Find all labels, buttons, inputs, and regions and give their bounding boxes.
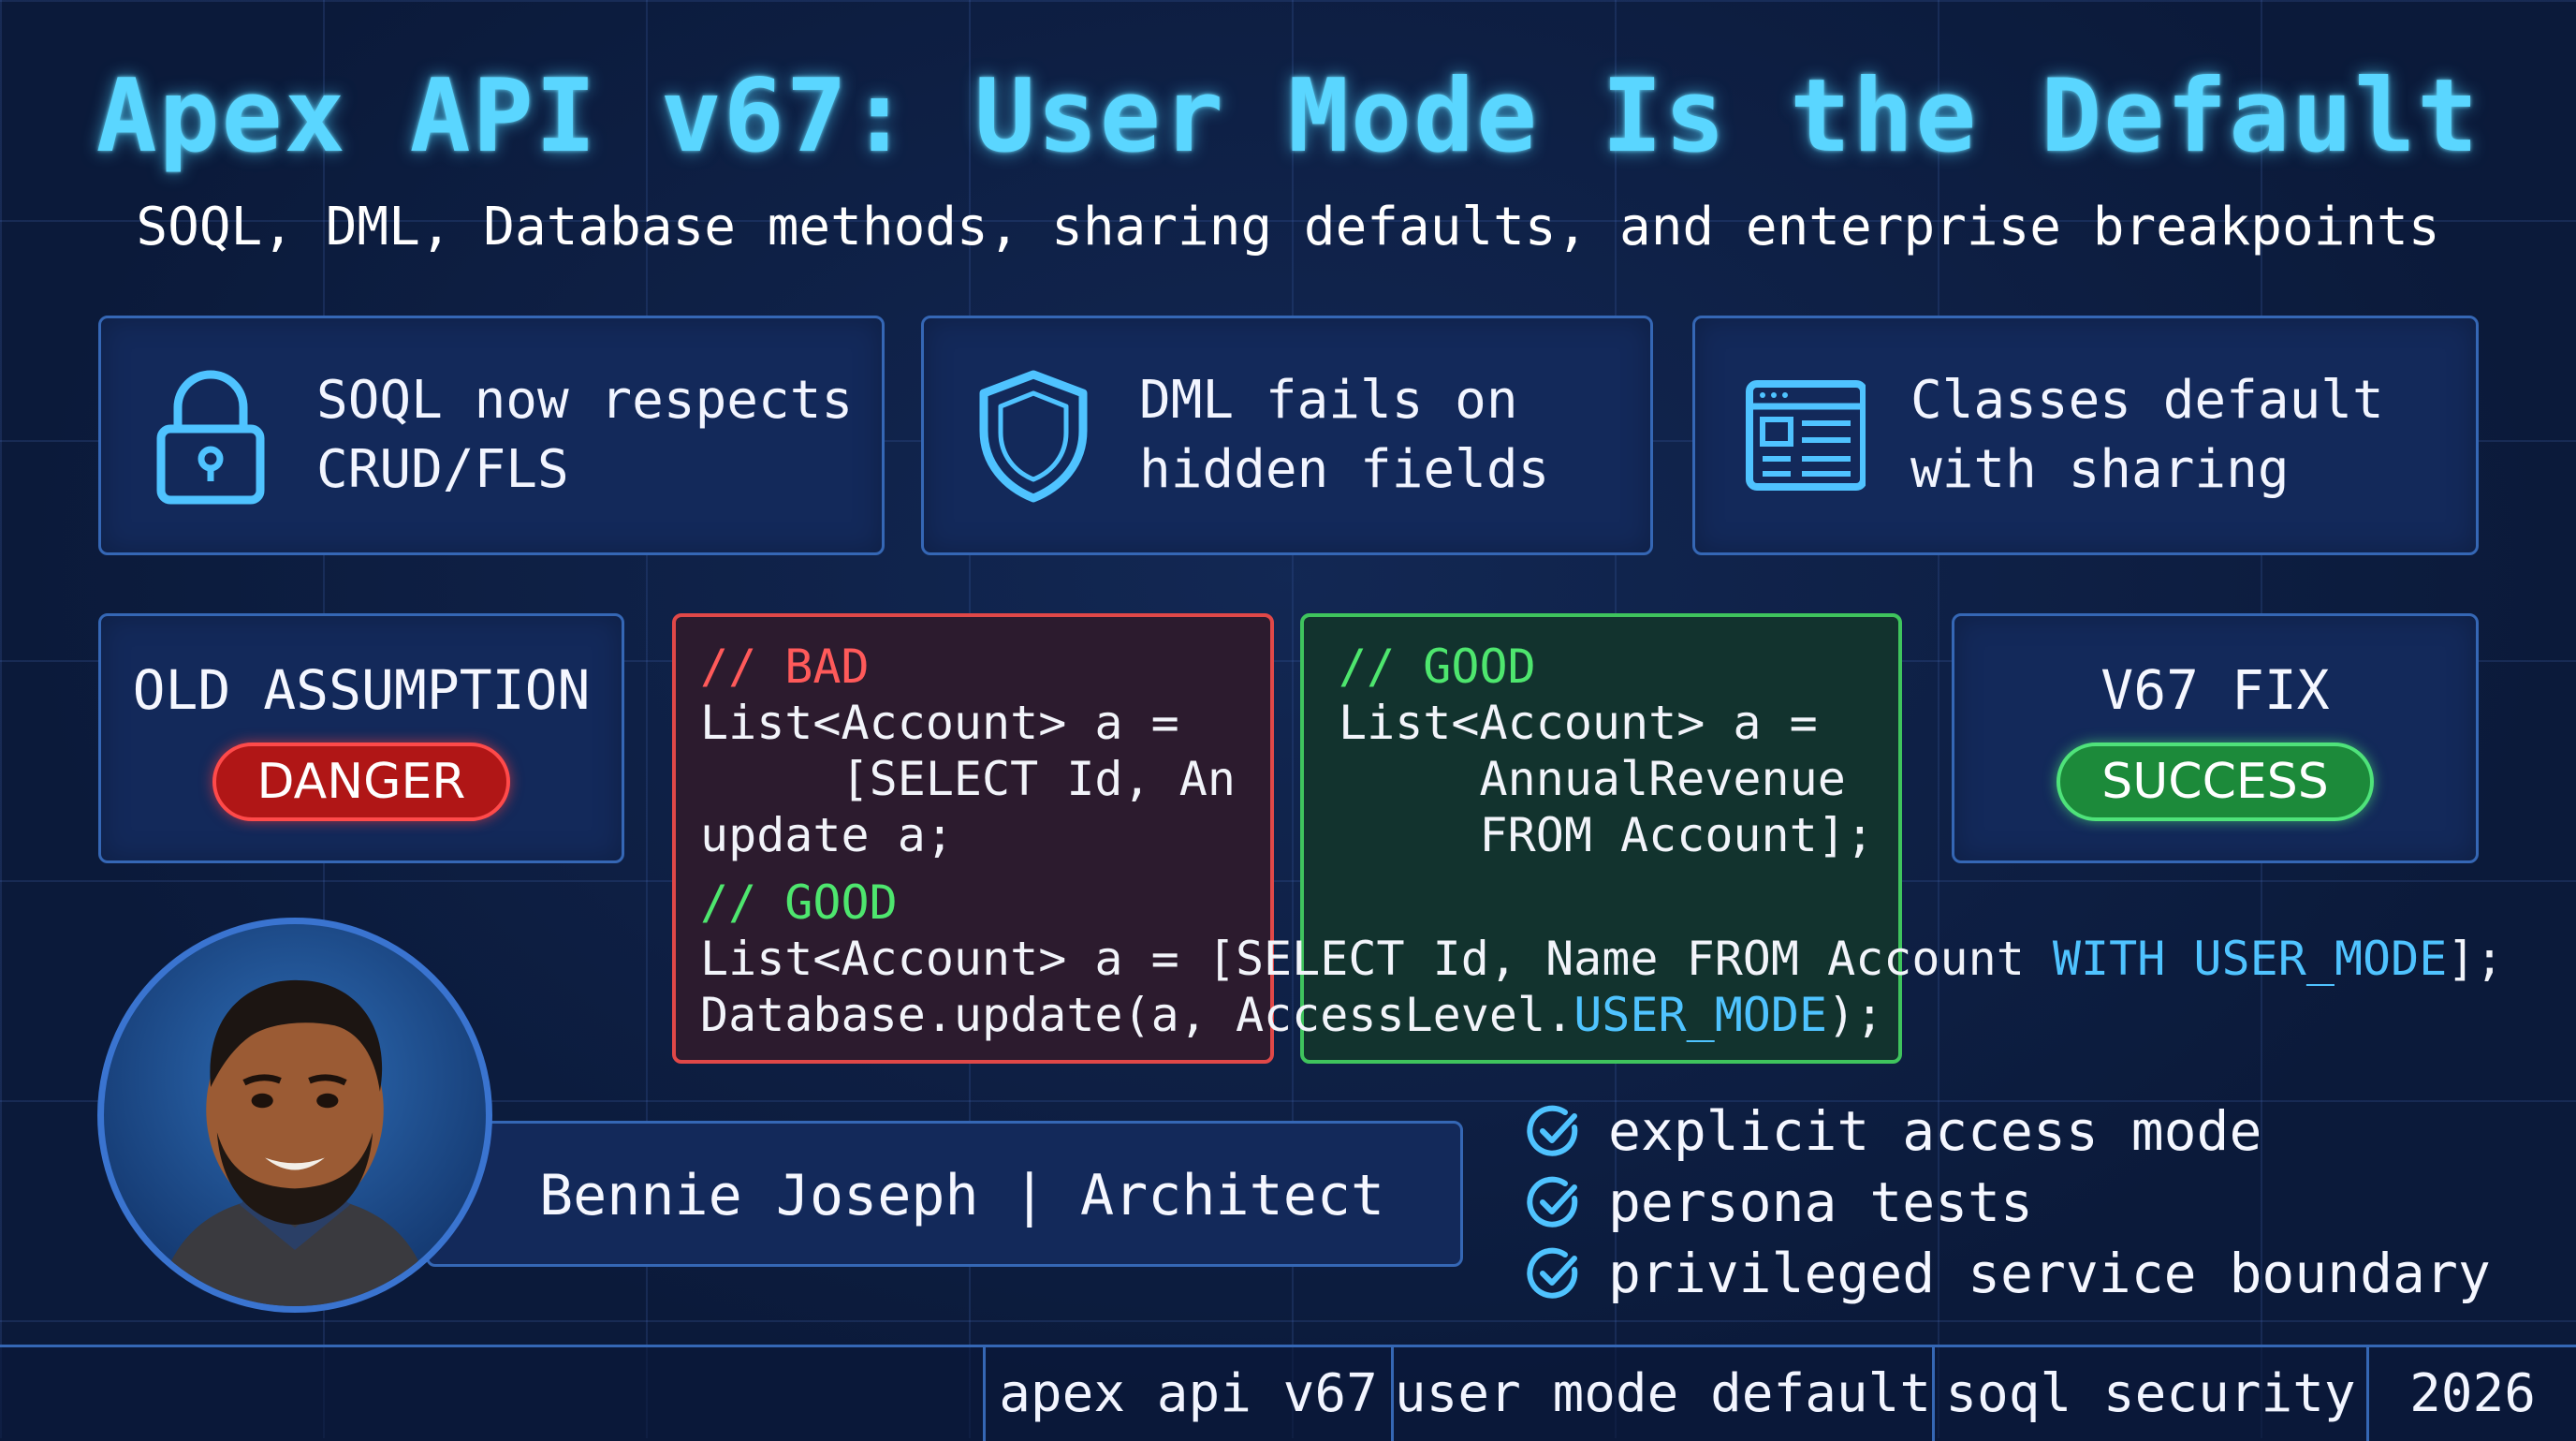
old-assumption-label: OLD ASSUMPTION — [132, 658, 591, 722]
old-assumption-card: OLD ASSUMPTION DANGER — [98, 613, 624, 863]
check-circle-icon — [1527, 1176, 1578, 1228]
code-line: [SELECT Id, Ann — [700, 752, 1237, 806]
feature-card-sharing: Classes default with sharing — [1692, 316, 2479, 555]
feature-card-soql: SOQL now respects CRUD/FLS — [98, 316, 885, 555]
code-text: List<Account> a = [SELECT Id, Name FROM … — [700, 932, 2053, 986]
checklist-text: explicit access mode — [1608, 1099, 2262, 1163]
checklist-text: privileged service boundary — [1608, 1242, 2491, 1305]
code-comment-good-full: // GOOD — [700, 875, 898, 930]
code-text: Database.update(a, AccessLevel. — [700, 988, 1574, 1042]
code-comment-bad: // BAD — [700, 640, 870, 694]
code-line: FROM Account]; — [1339, 808, 1874, 862]
feature-card-dml: DML fails on hidden fields — [921, 316, 1653, 555]
avatar — [97, 918, 492, 1313]
footer-tag: user mode default — [1391, 1347, 1932, 1441]
layout-icon — [1746, 380, 1866, 491]
page-title: Apex API v67: User Mode Is the Default — [95, 58, 2481, 175]
feature-text: DML fails on hidden fields — [1139, 370, 1550, 500]
code-line: AnnualRevenue — [1339, 752, 1846, 806]
feature-text: Classes default with sharing — [1910, 370, 2384, 500]
danger-badge: DANGER — [212, 743, 511, 821]
feature-text: SOQL now respects CRUD/FLS — [316, 370, 854, 500]
code-keyword: USER_MODE — [1573, 988, 1828, 1042]
footer-bar: apex api v67 user mode default soql secu… — [0, 1345, 2576, 1441]
check-circle-icon — [1527, 1105, 1578, 1156]
code-line: List<Account> a = — [700, 696, 1179, 750]
code-line: List<Account> a = — [1339, 696, 1818, 750]
v67-fix-label: V67 FIX — [2100, 658, 2330, 722]
author-name: Bennie Joseph | Architect — [539, 1163, 1385, 1228]
list-item: persona tests — [1526, 1167, 2491, 1238]
code-line: update a; — [700, 808, 954, 862]
lock-icon — [156, 370, 265, 505]
checklist-text: persona tests — [1608, 1170, 2033, 1234]
footer-tag: 2026 — [2366, 1347, 2576, 1441]
code-text: ); — [1827, 988, 1884, 1042]
author-bar: Bennie Joseph | Architect — [426, 1121, 1463, 1267]
code-line-database-update: Database.update(a, AccessLevel.USER_MODE… — [700, 987, 1883, 1043]
footer-tag: soql security — [1932, 1347, 2366, 1441]
checklist: explicit access mode persona tests privi… — [1526, 1095, 2491, 1309]
shield-icon — [979, 370, 1088, 503]
code-comment-good: // GOOD — [1339, 640, 1536, 694]
page-subtitle: SOQL, DML, Database methods, sharing def… — [136, 197, 2440, 257]
list-item: explicit access mode — [1526, 1095, 2491, 1167]
avatar-portrait — [158, 979, 432, 1306]
list-item: privileged service boundary — [1526, 1238, 2491, 1309]
code-text: ]; — [2447, 932, 2504, 986]
code-line-select-user-mode: List<Account> a = [SELECT Id, Name FROM … — [700, 931, 2504, 987]
footer-tag: apex api v67 — [983, 1347, 1391, 1441]
check-circle-icon — [1527, 1247, 1578, 1299]
code-keyword: WITH USER_MODE — [2052, 932, 2448, 986]
success-badge: SUCCESS — [2056, 743, 2374, 821]
v67-fix-card: V67 FIX SUCCESS — [1952, 613, 2479, 863]
